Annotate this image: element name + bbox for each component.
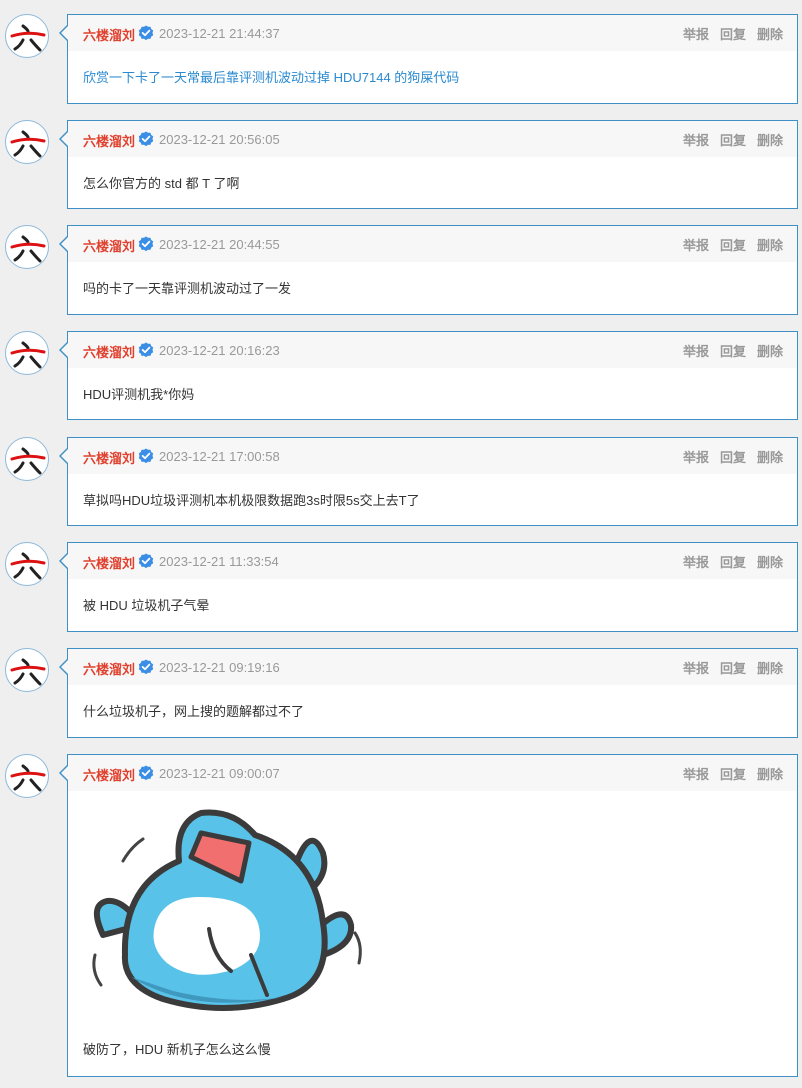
- avatar[interactable]: [5, 437, 49, 481]
- comment-card: 六楼溜刘 2023-12-21 20:44:55 举报 回复 删除 吗的卡了一天靠评…: [59, 225, 798, 315]
- comment-text: 草拟吗HDU垃圾评测机本机极限数据跑3s时限5s交上去T了: [83, 493, 420, 508]
- comment-header: 六楼溜刘 2023-12-21 20:56:05 举报 回复 删除: [59, 121, 797, 157]
- verified-badge-icon: [138, 553, 154, 569]
- timestamp: 2023-12-21 17:00:58: [159, 449, 280, 464]
- author-name[interactable]: 六楼溜刘: [83, 236, 135, 255]
- comment-card: 六楼溜刘 2023-12-21 09:00:07 举报 回复 删除 破防了，HD…: [59, 754, 798, 1077]
- comment-actions: 举报 回复 删除: [672, 447, 783, 466]
- comment-text: 什么垃圾机子，网上搜的题解都过不了: [83, 704, 305, 719]
- comment-header: 六楼溜刘 2023-12-21 09:00:07 举报 回复 删除: [59, 755, 797, 791]
- report-button[interactable]: 举报: [683, 238, 709, 253]
- comment-card: 六楼溜刘 2023-12-21 17:00:58 举报 回复 删除 草拟吗HDU垃圾…: [59, 437, 798, 526]
- comment-text: 破防了，HDU 新机子怎么这么慢: [83, 1042, 271, 1057]
- comment-text: 吗的卡了一天靠评测机波动过了一发: [83, 281, 292, 296]
- avatar[interactable]: [5, 225, 49, 269]
- comment-actions: 举报 回复 删除: [672, 24, 783, 43]
- delete-button[interactable]: 删除: [757, 27, 783, 42]
- reply-button[interactable]: 回复: [720, 133, 746, 148]
- avatar[interactable]: [5, 542, 49, 586]
- report-button[interactable]: 举报: [683, 450, 709, 465]
- comment-card: 六楼溜刘 2023-12-21 20:56:05 举报 回复 删除 怎么你官方的 s…: [59, 120, 798, 209]
- reply-button[interactable]: 回复: [720, 344, 746, 359]
- timestamp: 2023-12-21 09:19:16: [159, 660, 280, 675]
- comment-body: HDU评测机我*你妈: [68, 368, 797, 404]
- delete-button[interactable]: 删除: [757, 133, 783, 148]
- verified-badge-icon: [138, 448, 154, 464]
- report-button[interactable]: 举报: [683, 767, 709, 782]
- timestamp: 2023-12-21 21:44:37: [159, 26, 280, 41]
- comment-header: 六楼溜刘 2023-12-21 20:16:23 举报 回复 删除: [59, 332, 797, 368]
- reply-button[interactable]: 回复: [720, 27, 746, 42]
- delete-button[interactable]: 删除: [757, 238, 783, 253]
- avatar[interactable]: [5, 331, 49, 375]
- timestamp: 2023-12-21 09:00:07: [159, 766, 280, 781]
- delete-button[interactable]: 删除: [757, 344, 783, 359]
- comment-header: 六楼溜刘 2023-12-21 21:44:37 举报 回复 删除: [59, 15, 797, 51]
- author-name[interactable]: 六楼溜刘: [83, 553, 135, 572]
- comment-actions: 举报 回复 删除: [672, 130, 783, 149]
- author-name[interactable]: 六楼溜刘: [83, 765, 135, 784]
- comment-actions: 举报 回复 删除: [672, 658, 783, 677]
- comment-body: 什么垃圾机子，网上搜的题解都过不了: [68, 685, 797, 721]
- comment-header: 六楼溜刘 2023-12-21 17:00:58 举报 回复 删除: [59, 438, 797, 474]
- comment-actions: 举报 回复 删除: [672, 341, 783, 360]
- comment-body: 怎么你官方的 std 都 T 了啊: [68, 157, 797, 193]
- reply-button[interactable]: 回复: [720, 555, 746, 570]
- reply-button[interactable]: 回复: [720, 450, 746, 465]
- reply-button[interactable]: 回复: [720, 238, 746, 253]
- avatar[interactable]: [5, 648, 49, 692]
- comment-actions: 举报 回复 删除: [672, 235, 783, 254]
- verified-badge-icon: [138, 765, 154, 781]
- comment-body: 吗的卡了一天靠评测机波动过了一发: [68, 262, 797, 298]
- comment-card: 六楼溜刘 2023-12-21 20:16:23 举报 回复 删除 HDU评测机我*…: [59, 331, 798, 420]
- report-button[interactable]: 举报: [683, 555, 709, 570]
- timestamp: 2023-12-21 11:33:54: [159, 554, 279, 569]
- comment-card: 六楼溜刘 2023-12-21 09:19:16 举报 回复 删除 什么垃圾机子，网…: [59, 648, 798, 738]
- report-button[interactable]: 举报: [683, 27, 709, 42]
- timestamp: 2023-12-21 20:56:05: [159, 132, 280, 147]
- comment-header: 六楼溜刘 2023-12-21 11:33:54 举报 回复 删除: [59, 543, 797, 579]
- delete-button[interactable]: 删除: [757, 450, 783, 465]
- delete-button[interactable]: 删除: [757, 767, 783, 782]
- comment-text: 怎么你官方的 std 都 T 了啊: [83, 176, 240, 191]
- timestamp: 2023-12-21 20:44:55: [159, 237, 280, 252]
- author-name[interactable]: 六楼溜刘: [83, 448, 135, 467]
- verified-badge-icon: [138, 236, 154, 252]
- comment-card: 六楼溜刘 2023-12-21 11:33:54 举报 回复 删除 被 HDU 垃圾…: [59, 542, 798, 632]
- comment-link[interactable]: 欣赏一下卡了一天常最后靠评测机波动过掉 HDU7144 的狗屎代码: [83, 69, 782, 87]
- comment-body: 欣赏一下卡了一天常最后靠评测机波动过掉 HDU7144 的狗屎代码: [68, 51, 797, 87]
- report-button[interactable]: 举报: [683, 344, 709, 359]
- comment-text: HDU评测机我*你妈: [83, 387, 195, 402]
- author-name[interactable]: 六楼溜刘: [83, 659, 135, 678]
- avatar[interactable]: [5, 754, 49, 798]
- author-name[interactable]: 六楼溜刘: [83, 131, 135, 150]
- comment-body: 被 HDU 垃圾机子气晕: [68, 579, 797, 615]
- avatar[interactable]: [5, 14, 49, 58]
- verified-badge-icon: [138, 342, 154, 358]
- verified-badge-icon: [138, 659, 154, 675]
- delete-button[interactable]: 删除: [757, 661, 783, 676]
- reply-button[interactable]: 回复: [720, 661, 746, 676]
- verified-badge-icon: [138, 25, 154, 41]
- comment-text: 被 HDU 垃圾机子气晕: [83, 598, 210, 613]
- comment-header: 六楼溜刘 2023-12-21 20:44:55 举报 回复 删除: [59, 226, 797, 262]
- comment-card: 六楼溜刘 2023-12-21 21:44:37 举报 回复 删除 欣赏一下卡了一天…: [59, 14, 798, 104]
- comment-actions: 举报 回复 删除: [672, 764, 783, 783]
- verified-badge-icon: [138, 131, 154, 147]
- avatar[interactable]: [5, 120, 49, 164]
- author-name[interactable]: 六楼溜刘: [83, 25, 135, 44]
- comment-body: 草拟吗HDU垃圾评测机本机极限数据跑3s时限5s交上去T了: [68, 474, 797, 510]
- sticker-image: [92, 809, 362, 1011]
- report-button[interactable]: 举报: [683, 133, 709, 148]
- author-name[interactable]: 六楼溜刘: [83, 342, 135, 361]
- reply-button[interactable]: 回复: [720, 767, 746, 782]
- comment-body: 破防了，HDU 新机子怎么这么慢: [68, 791, 797, 1076]
- delete-button[interactable]: 删除: [757, 555, 783, 570]
- comment-header: 六楼溜刘 2023-12-21 09:19:16 举报 回复 删除: [59, 649, 797, 685]
- timestamp: 2023-12-21 20:16:23: [159, 343, 280, 358]
- report-button[interactable]: 举报: [683, 661, 709, 676]
- comment-actions: 举报 回复 删除: [672, 552, 783, 571]
